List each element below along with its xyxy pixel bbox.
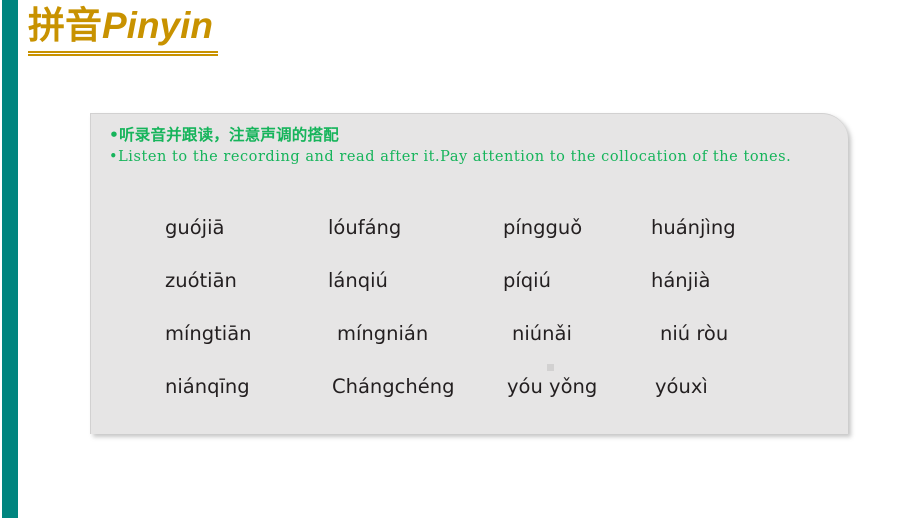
instruction-chinese: •听录音并跟读，注意声调的搭配 — [109, 126, 339, 144]
page-title-chinese: 拼音 — [28, 4, 102, 47]
pinyin-word: niú ròu — [660, 321, 729, 345]
pinyin-word: míngnián — [337, 321, 429, 345]
pinyin-row: míngtiān míngnián niúnǎi niú ròu — [165, 307, 835, 360]
instructions-block: •听录音并跟读，注意声调的搭配 •Listen to the recording… — [109, 124, 839, 168]
pinyin-word: huánjìng — [651, 215, 736, 239]
slide-title-block: 拼音Pinyin — [28, 4, 448, 56]
title-underline-rule — [28, 51, 218, 56]
pinyin-word: niánqīng — [165, 374, 250, 398]
left-accent-bar — [2, 0, 18, 518]
content-panel: •听录音并跟读，注意声调的搭配 •Listen to the recording… — [90, 113, 848, 434]
page-title-english: Pinyin — [102, 5, 214, 46]
pinyin-word: yóuxì — [655, 374, 708, 398]
pinyin-row: niánqīng Chángchéng yóu yǒng yóuxì — [165, 360, 835, 413]
pinyin-word: Chángchéng — [332, 374, 455, 398]
pinyin-word: píngguǒ — [503, 215, 583, 239]
pinyin-word-grid: guójiā lóufáng píngguǒ huánjìng zuótiān … — [165, 201, 835, 413]
pinyin-word: guójiā — [165, 215, 225, 239]
pinyin-row: guójiā lóufáng píngguǒ huánjìng — [165, 201, 835, 254]
pinyin-row: zuótiān lánqiú píqiú hánjià — [165, 254, 835, 307]
page-title: 拼音Pinyin — [28, 4, 448, 48]
pinyin-word: niúnǎi — [512, 321, 572, 345]
pinyin-word: yóu yǒng — [507, 374, 598, 398]
pinyin-word: lánqiú — [328, 268, 388, 292]
pinyin-word: hánjià — [651, 268, 711, 292]
pinyin-word: míngtiān — [165, 321, 252, 345]
gray-artifact-square — [547, 364, 554, 371]
pinyin-word: píqiú — [503, 268, 551, 292]
pinyin-word: zuótiān — [165, 268, 237, 292]
instruction-english: •Listen to the recording and read after … — [109, 149, 792, 165]
pinyin-word: lóufáng — [328, 215, 402, 239]
